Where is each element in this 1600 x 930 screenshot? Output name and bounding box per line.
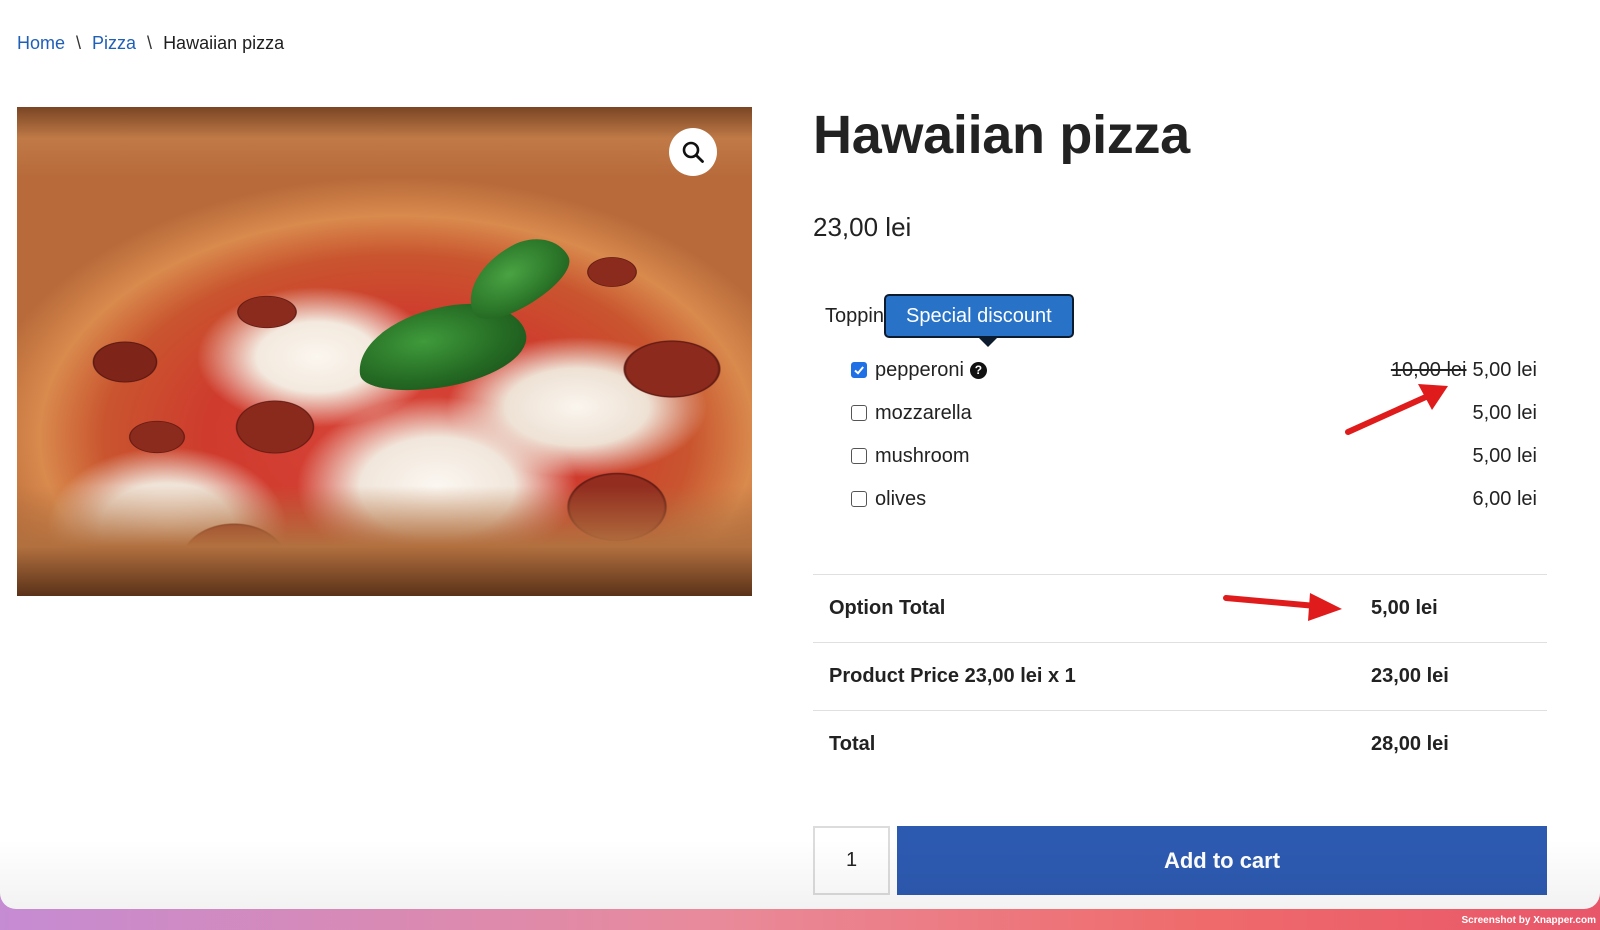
toppings-label: Toppin bbox=[825, 305, 884, 327]
total-row: Total 28,00 lei bbox=[813, 710, 1547, 778]
topping-name: olives bbox=[875, 487, 927, 510]
help-icon[interactable]: ? bbox=[969, 361, 987, 379]
product-page: Home \ Pizza \ Hawaiian pizza Hawaiian p… bbox=[0, 0, 1600, 909]
add-to-cart-button[interactable]: Add to cart bbox=[897, 826, 1547, 895]
breadcrumb: Home \ Pizza \ Hawaiian pizza bbox=[17, 33, 284, 54]
product-price-row: Product Price 23,00 lei x 1 23,00 lei bbox=[813, 642, 1547, 710]
mushroom-checkbox[interactable] bbox=[851, 448, 867, 464]
topping-name: pepperoni bbox=[875, 358, 964, 381]
annotation-arrow-icon bbox=[1345, 384, 1448, 435]
topping-option-olives[interactable]: olives 6,00 lei bbox=[851, 484, 1537, 514]
quantity-input[interactable] bbox=[813, 826, 890, 895]
breadcrumb-current: Hawaiian pizza bbox=[163, 33, 285, 53]
topping-price: 5,00 lei bbox=[1472, 444, 1538, 467]
product-price-value: 23,00 lei bbox=[1371, 665, 1449, 687]
breadcrumb-separator: \ bbox=[76, 33, 82, 53]
checkmark-icon bbox=[854, 366, 864, 375]
pizza-crust bbox=[17, 107, 752, 177]
pepperoni-checkbox[interactable] bbox=[851, 362, 867, 378]
product-image[interactable] bbox=[17, 107, 752, 596]
product-price: 23,00 lei bbox=[813, 212, 912, 242]
breadcrumb-home-link[interactable]: Home bbox=[17, 33, 65, 54]
topping-name: mushroom bbox=[875, 444, 970, 467]
product-title: Hawaiian pizza bbox=[813, 105, 1190, 165]
discounted-price: 5,00 lei bbox=[1472, 358, 1538, 381]
topping-price: 10,00 lei 5,00 lei bbox=[1391, 359, 1537, 382]
magnifier-icon bbox=[682, 141, 704, 163]
total-value: 28,00 lei bbox=[1371, 733, 1449, 755]
topping-price: 5,00 lei bbox=[1472, 401, 1538, 424]
annotation-arrow-icon bbox=[1223, 593, 1342, 621]
option-total-row: Option Total 5,00 lei bbox=[813, 574, 1547, 642]
special-discount-tooltip: Special discount bbox=[884, 294, 1074, 347]
old-price: 10,00 lei bbox=[1390, 358, 1467, 381]
watermark: Screenshot by Xnapper.com bbox=[1461, 915, 1597, 926]
topping-name: mozzarella bbox=[875, 401, 972, 424]
price-summary: Option Total 5,00 lei Product Price 23,0… bbox=[813, 574, 1547, 778]
topping-price: 6,00 lei bbox=[1472, 487, 1538, 510]
image-zoom-button[interactable] bbox=[669, 128, 717, 176]
total-label: Total bbox=[829, 733, 876, 755]
pizza-crust bbox=[17, 486, 752, 596]
product-price-label: Product Price 23,00 lei x 1 bbox=[829, 665, 1076, 687]
option-total-value: 5,00 lei bbox=[1371, 597, 1438, 619]
breadcrumb-separator: \ bbox=[147, 33, 153, 53]
breadcrumb-pizza-link[interactable]: Pizza bbox=[92, 33, 136, 54]
mozzarella-checkbox[interactable] bbox=[851, 405, 867, 421]
olives-checkbox[interactable] bbox=[851, 491, 867, 507]
